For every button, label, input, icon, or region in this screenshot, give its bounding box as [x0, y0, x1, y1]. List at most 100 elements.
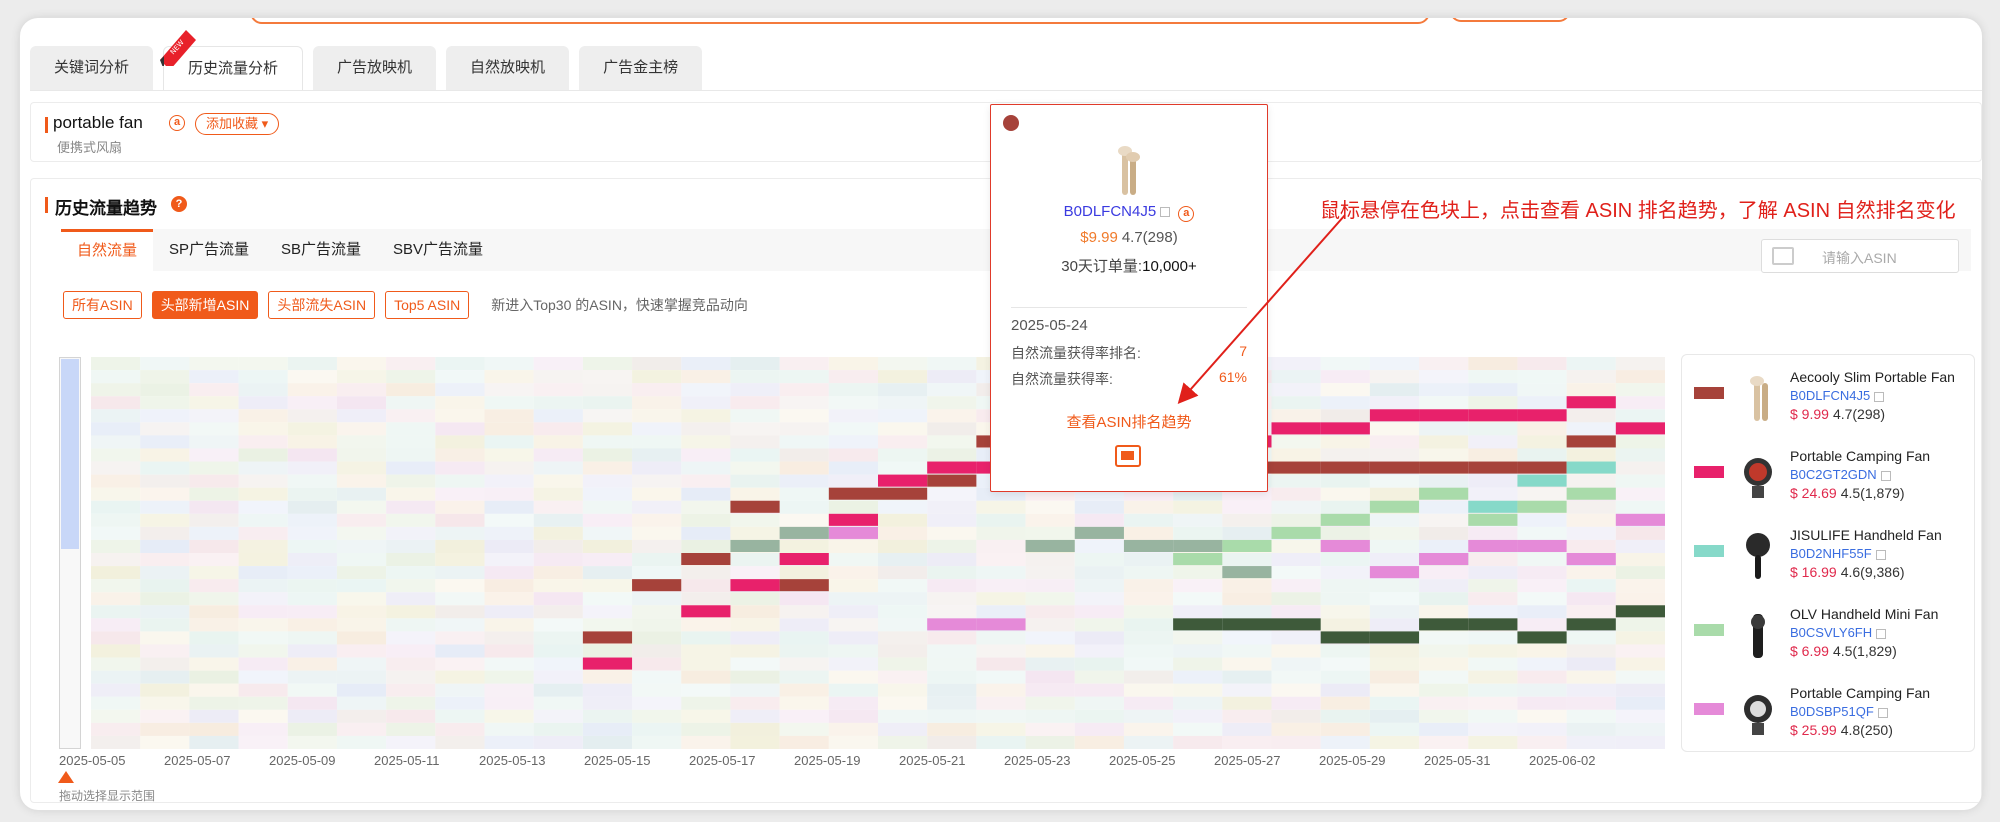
heatmap-cell[interactable]	[582, 448, 633, 462]
heatmap-highlight-cell[interactable]	[1517, 461, 1567, 474]
heatmap-cell[interactable]	[1369, 474, 1420, 488]
heatmap-cell[interactable]	[878, 370, 928, 384]
heatmap-cell[interactable]	[1615, 357, 1665, 371]
heatmap-cell[interactable]	[189, 435, 239, 449]
heatmap-cell[interactable]	[484, 553, 534, 567]
heatmap-cell[interactable]	[1320, 696, 1370, 710]
heatmap-cell[interactable]	[779, 644, 829, 658]
heatmap-cell[interactable]	[435, 448, 485, 462]
heatmap-cell[interactable]	[582, 370, 633, 384]
heatmap-cell[interactable]	[435, 370, 485, 384]
heatmap-highlight-cell[interactable]	[1517, 474, 1567, 487]
heatmap-cell[interactable]	[1123, 592, 1174, 606]
heatmap-cell[interactable]	[1123, 513, 1174, 527]
heatmap-cell[interactable]	[238, 513, 288, 527]
subtab-organic[interactable]: 自然流量	[61, 229, 154, 271]
heatmap-cell[interactable]	[91, 396, 141, 410]
heatmap-cell[interactable]	[1566, 735, 1616, 749]
heatmap-cell[interactable]	[927, 487, 977, 501]
heatmap-cell[interactable]	[878, 709, 928, 723]
heatmap-cell[interactable]	[386, 448, 436, 462]
heatmap-cell[interactable]	[730, 644, 780, 658]
heatmap-cell[interactable]	[1419, 657, 1469, 671]
heatmap-cell[interactable]	[1615, 500, 1665, 514]
heatmap-cell[interactable]	[1419, 644, 1469, 658]
heatmap-cell[interactable]	[1173, 500, 1223, 514]
heatmap-cell[interactable]	[435, 461, 485, 475]
heatmap-cell[interactable]	[386, 435, 436, 449]
heatmap-cell[interactable]	[533, 422, 583, 436]
heatmap-cell[interactable]	[1123, 526, 1174, 540]
heatmap-cell[interactable]	[1074, 631, 1124, 645]
heatmap-cell[interactable]	[1320, 592, 1370, 606]
heatmap-cell[interactable]	[484, 422, 534, 436]
heatmap-cell[interactable]	[386, 539, 436, 553]
heatmap-cell[interactable]	[1271, 435, 1321, 449]
heatmap-highlight-cell[interactable]	[878, 474, 928, 487]
scan-icon[interactable]	[1115, 445, 1141, 467]
heatmap-cell[interactable]	[1369, 487, 1420, 501]
heatmap-cell[interactable]	[582, 526, 633, 540]
heatmap-cell[interactable]	[91, 435, 141, 449]
heatmap-cell[interactable]	[1123, 566, 1174, 580]
heatmap-cell[interactable]	[1222, 579, 1272, 593]
heatmap-cell[interactable]	[828, 500, 878, 514]
heatmap-cell[interactable]	[779, 566, 829, 580]
heatmap-cell[interactable]	[140, 683, 190, 697]
heatmap-cell[interactable]	[1468, 448, 1518, 462]
heatmap-cell[interactable]	[189, 396, 239, 410]
heatmap-cell[interactable]	[1517, 448, 1567, 462]
heatmap-cell[interactable]	[681, 631, 731, 645]
heatmap-cell[interactable]	[91, 735, 141, 749]
heatmap-cell[interactable]	[238, 500, 288, 514]
heatmap-highlight-cell[interactable]	[1566, 435, 1616, 448]
heatmap-cell[interactable]	[435, 644, 485, 658]
heatmap-cell[interactable]	[91, 422, 141, 436]
heatmap-cell[interactable]	[1615, 618, 1665, 632]
heatmap-cell[interactable]	[1615, 487, 1665, 501]
heatmap-cell[interactable]	[435, 513, 485, 527]
heatmap-cell[interactable]	[386, 474, 436, 488]
heatmap-highlight-cell[interactable]	[1369, 409, 1420, 422]
heatmap-cell[interactable]	[1566, 448, 1616, 462]
copy-icon[interactable]	[1880, 470, 1891, 481]
heatmap-cell[interactable]	[91, 579, 141, 593]
heatmap-cell[interactable]	[435, 657, 485, 671]
heatmap-cell[interactable]	[189, 618, 239, 632]
heatmap-cell[interactable]	[238, 618, 288, 632]
heatmap-cell[interactable]	[632, 592, 682, 606]
heatmap-cell[interactable]	[976, 500, 1026, 514]
heatmap-cell[interactable]	[336, 618, 387, 632]
heatmap-cell[interactable]	[238, 448, 288, 462]
heatmap-cell[interactable]	[484, 435, 534, 449]
subtab-sb-ads[interactable]: SB广告流量	[265, 229, 377, 271]
heatmap-cell[interactable]	[779, 605, 829, 619]
heatmap-cell[interactable]	[730, 618, 780, 632]
heatmap-cell[interactable]	[91, 605, 141, 619]
heatmap-cell[interactable]	[1369, 670, 1420, 684]
heatmap-cell[interactable]	[287, 409, 337, 423]
heatmap-cell[interactable]	[632, 409, 682, 423]
heatmap-cell[interactable]	[1566, 670, 1616, 684]
heatmap-cell[interactable]	[287, 370, 337, 384]
heatmap-cell[interactable]	[435, 357, 485, 371]
heatmap-cell[interactable]	[927, 683, 977, 697]
legend-product-name[interactable]: JISULIFE Handheld Fan	[1790, 527, 1970, 543]
heatmap-cell[interactable]	[533, 709, 583, 723]
subtab-sp-ads[interactable]: SP广告流量	[153, 229, 265, 271]
heatmap-cell[interactable]	[533, 618, 583, 632]
heatmap-cell[interactable]	[91, 553, 141, 567]
heatmap-cell[interactable]	[681, 474, 731, 488]
legend-swatch[interactable]	[1694, 466, 1724, 478]
heatmap-cell[interactable]	[1517, 357, 1567, 371]
heatmap-cell[interactable]	[1468, 370, 1518, 384]
heatmap-cell[interactable]	[681, 487, 731, 501]
heatmap-cell[interactable]	[1419, 500, 1469, 514]
heatmap-cell[interactable]	[287, 396, 337, 410]
heatmap-cell[interactable]	[878, 683, 928, 697]
add-favorite-button[interactable]: 添加收藏 ▾	[195, 113, 280, 135]
heatmap-cell[interactable]	[976, 539, 1026, 553]
heatmap-cell[interactable]	[1271, 566, 1321, 580]
heatmap-cell[interactable]	[1419, 383, 1469, 397]
heatmap-cell[interactable]	[1566, 513, 1616, 527]
